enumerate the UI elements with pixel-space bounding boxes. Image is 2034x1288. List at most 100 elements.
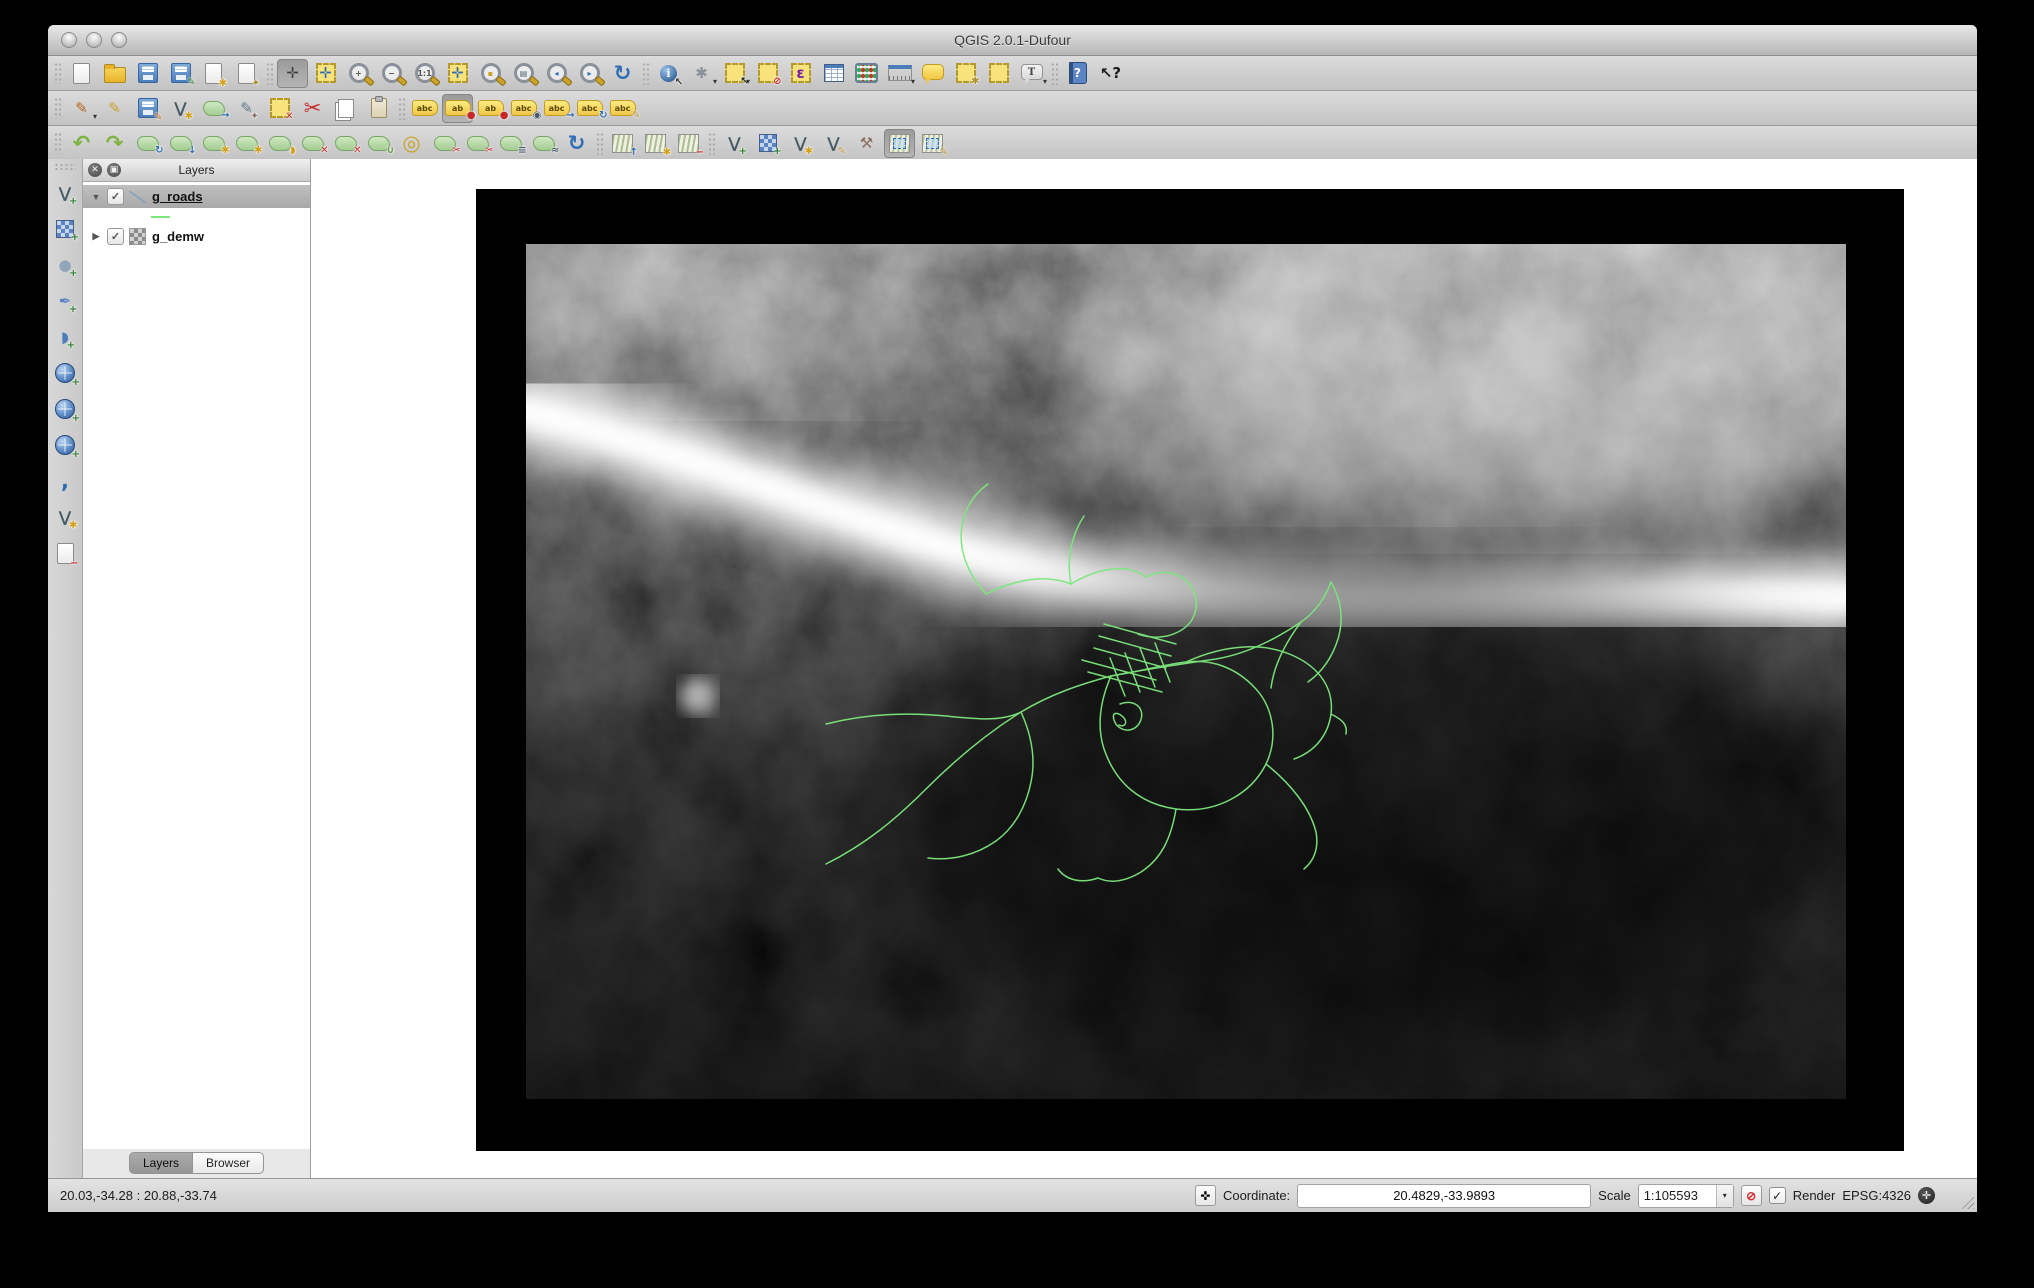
- deselect-features-button[interactable]: ⊘: [752, 59, 783, 88]
- offset-curve-button[interactable]: ◎: [396, 129, 427, 158]
- composer-manager-button[interactable]: ✦: [231, 59, 262, 88]
- save-layer-edits-button[interactable]: ✎: [132, 94, 163, 123]
- panel-close-button[interactable]: ✕: [88, 163, 102, 177]
- select-features-button[interactable]: ↖▾: [719, 59, 750, 88]
- copy-features-button[interactable]: [330, 94, 361, 123]
- layer-visibility-checkbox[interactable]: ✓: [107, 188, 124, 205]
- toggle-editing-button[interactable]: ✎: [99, 94, 130, 123]
- identify-features-button[interactable]: i↖: [653, 59, 684, 88]
- zoom-last-button[interactable]: ◂: [541, 59, 572, 88]
- layer-row-g_demw[interactable]: ▶ ✓ g_demw: [83, 225, 310, 248]
- grass-add-raster-layer-button[interactable]: +: [752, 129, 783, 158]
- new-bookmark-button[interactable]: ✱: [950, 59, 981, 88]
- merge-feature-attributes-button[interactable]: ≈: [528, 129, 559, 158]
- grass-edit-region-button[interactable]: ✎: [917, 129, 948, 158]
- map-tips-button[interactable]: [917, 59, 948, 88]
- field-calculator-button[interactable]: [851, 59, 882, 88]
- show-hide-labels-button[interactable]: abc◉: [508, 94, 539, 123]
- delete-ring-button[interactable]: ✕: [297, 129, 328, 158]
- add-wms-layer-button[interactable]: +: [50, 355, 80, 391]
- pan-to-selection-button[interactable]: ✛: [310, 59, 341, 88]
- remove-layer-button[interactable]: −: [50, 535, 80, 571]
- reshape-features-button[interactable]: ∪: [363, 129, 394, 158]
- move-feature-button[interactable]: →: [198, 94, 229, 123]
- dock-tab-layers[interactable]: Layers: [129, 1152, 193, 1174]
- grass-close-mapset-button[interactable]: −: [673, 129, 704, 158]
- pan-map-button[interactable]: ✛: [277, 59, 308, 88]
- zoom-out-button[interactable]: −: [376, 59, 407, 88]
- show-bookmarks-button[interactable]: [983, 59, 1014, 88]
- refresh-button[interactable]: ↻: [607, 59, 638, 88]
- help-contents-button[interactable]: ?: [1062, 59, 1093, 88]
- add-delimited-text-layer-button[interactable]: ,: [50, 463, 80, 499]
- zoom-full-button[interactable]: ✛: [442, 59, 473, 88]
- layer-expand-arrow[interactable]: ▼: [90, 192, 102, 202]
- add-feature-button[interactable]: ⋁✱: [165, 94, 196, 123]
- zoom-native-button[interactable]: 1:1: [409, 59, 440, 88]
- paste-features-button[interactable]: [363, 94, 394, 123]
- fill-ring-button[interactable]: ◗: [264, 129, 295, 158]
- add-raster-layer-button[interactable]: +: [50, 211, 80, 247]
- map-canvas[interactable]: [311, 159, 1977, 1179]
- scale-combobox[interactable]: 1:105593 ▾: [1638, 1184, 1734, 1208]
- simplify-feature-button[interactable]: ↓: [165, 129, 196, 158]
- undo-button[interactable]: ↶: [66, 129, 97, 158]
- whats-this-button[interactable]: ↖?: [1095, 59, 1126, 88]
- select-by-expression-button[interactable]: ε: [785, 59, 816, 88]
- crs-status-button[interactable]: ✛: [1918, 1187, 1935, 1204]
- redo-button[interactable]: ↷: [99, 129, 130, 158]
- panel-float-button[interactable]: ▣: [107, 163, 121, 177]
- split-features-button[interactable]: ✂: [429, 129, 460, 158]
- render-checkbox[interactable]: ✓: [1769, 1187, 1786, 1204]
- scale-dropdown-arrow[interactable]: ▾: [1716, 1185, 1733, 1207]
- layer-name[interactable]: g_demw: [152, 229, 204, 244]
- grass-display-region-button[interactable]: [884, 129, 915, 158]
- zoom-to-selection-button[interactable]: ▪: [475, 59, 506, 88]
- new-print-composer-button[interactable]: ✱: [198, 59, 229, 88]
- run-feature-action-button[interactable]: ✱▾: [686, 59, 717, 88]
- save-project-button[interactable]: [132, 59, 163, 88]
- highlight-pinned-labels-button[interactable]: ab●: [475, 94, 506, 123]
- new-project-button[interactable]: [66, 59, 97, 88]
- layer-row-g_roads[interactable]: ▼ ✓ g_roads: [83, 185, 310, 208]
- rotate-label-button[interactable]: abc↻: [574, 94, 605, 123]
- layer-expand-arrow[interactable]: ▶: [90, 231, 102, 242]
- text-annotation-dropdown-arrow[interactable]: ▾: [1043, 77, 1047, 86]
- add-spatialite-layer-button[interactable]: ✒+: [50, 283, 80, 319]
- delete-part-button[interactable]: ✕: [330, 129, 361, 158]
- grass-add-vector-layer-button[interactable]: ⋁+: [719, 129, 750, 158]
- save-project-as-button[interactable]: ✎: [165, 59, 196, 88]
- add-wcs-layer-button[interactable]: +: [50, 391, 80, 427]
- run-feature-action-dropdown-arrow[interactable]: ▾: [713, 77, 717, 86]
- add-vector-layer-button[interactable]: ⋁+: [50, 175, 80, 211]
- attribute-table-button[interactable]: [818, 59, 849, 88]
- pin-unpin-labels-button[interactable]: ab●: [442, 94, 473, 123]
- new-shapefile-layer-button[interactable]: ⋁✱: [50, 499, 80, 535]
- grass-open-mapset-button[interactable]: ↑: [607, 129, 638, 158]
- grass-new-vector-layer-button[interactable]: ⋁✱: [785, 129, 816, 158]
- current-edits-button[interactable]: ✎▾: [66, 94, 97, 123]
- rotate-point-symbols-button[interactable]: ↻: [561, 129, 592, 158]
- add-wfs-layer-button[interactable]: +: [50, 427, 80, 463]
- mouse-position-toggle-button[interactable]: ✜: [1195, 1185, 1216, 1206]
- grass-open-tools-button[interactable]: ⚒: [851, 129, 882, 158]
- layer-visibility-checkbox[interactable]: ✓: [107, 228, 124, 245]
- text-annotation-button[interactable]: T▾: [1016, 59, 1047, 88]
- add-postgis-layer-button[interactable]: ●+: [50, 247, 80, 283]
- move-label-button[interactable]: abc→: [541, 94, 572, 123]
- select-features-dropdown-arrow[interactable]: ▾: [746, 77, 750, 86]
- merge-features-button[interactable]: ≡: [495, 129, 526, 158]
- add-ring-button[interactable]: ✱: [198, 129, 229, 158]
- cut-features-button[interactable]: ✂: [297, 94, 328, 123]
- measure-dropdown-arrow[interactable]: ▾: [911, 77, 915, 86]
- add-mssql-layer-button[interactable]: ◗+: [50, 319, 80, 355]
- title-bar[interactable]: QGIS 2.0.1-Dufour: [48, 25, 1977, 56]
- layer-name[interactable]: g_roads: [152, 189, 203, 204]
- zoom-in-button[interactable]: +: [343, 59, 374, 88]
- dock-tab-browser[interactable]: Browser: [193, 1152, 264, 1174]
- split-parts-button[interactable]: ✂: [462, 129, 493, 158]
- zoom-next-button[interactable]: ▸: [574, 59, 605, 88]
- measure-button[interactable]: ▾: [884, 59, 915, 88]
- layer-labeling-options-button[interactable]: abc: [409, 94, 440, 123]
- current-edits-dropdown-arrow[interactable]: ▾: [93, 112, 97, 121]
